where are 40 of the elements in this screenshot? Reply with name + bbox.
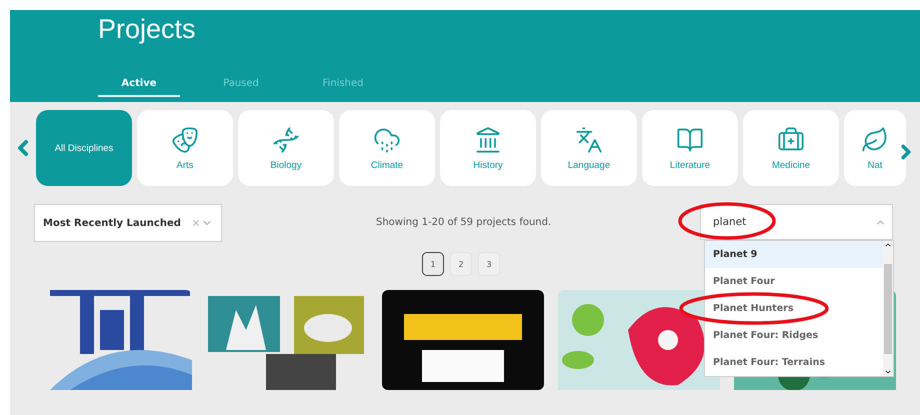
masks-icon (171, 126, 199, 154)
discipline-card[interactable]: Literature (642, 110, 738, 186)
discipline-label: Biology (270, 160, 302, 170)
status-tab[interactable]: Finished (302, 72, 384, 97)
discipline-label: Arts (176, 160, 194, 170)
discipline-card[interactable]: Biology (238, 110, 334, 186)
discipline-card[interactable]: Medicine (743, 110, 839, 186)
scroll-down-icon[interactable] (884, 368, 892, 376)
discipline-card[interactable]: Arts (137, 110, 233, 186)
discipline-label: Literature (670, 160, 710, 170)
discipline-card[interactable]: Nat (844, 110, 906, 186)
discipline-label: History (473, 160, 503, 170)
page-button[interactable]: 2 (450, 252, 472, 276)
column-icon (474, 126, 502, 154)
page-title: Projects (98, 14, 197, 46)
suggestion-item[interactable]: Planet 9 (705, 241, 883, 268)
scrollbar[interactable] (883, 241, 893, 376)
status-tab[interactable]: Active (98, 72, 180, 97)
scroll-up-icon[interactable] (884, 241, 892, 249)
leaf-icon (861, 126, 889, 154)
clear-icon[interactable] (191, 218, 201, 228)
languages-icon (575, 126, 603, 154)
discipline-label: Language (568, 160, 610, 170)
discipline-label: Climate (370, 160, 404, 170)
discipline-card[interactable]: History (440, 110, 536, 186)
discipline-card[interactable]: Language (541, 110, 637, 186)
discipline-label: All Disciplines (54, 142, 114, 154)
results-count: Showing 1-20 of 59 projects found. (376, 217, 552, 228)
discipline-label: Nat (868, 160, 882, 170)
discipline-card[interactable]: All Disciplines (36, 110, 132, 186)
status-tab[interactable]: Paused (200, 72, 282, 97)
discipline-label: Medicine (772, 160, 810, 170)
sort-dropdown[interactable]: Most Recently Launched (34, 204, 222, 242)
page-button[interactable]: 3 (478, 252, 500, 276)
rain-cloud-icon (373, 126, 401, 154)
search-field[interactable]: planet (700, 204, 893, 240)
dna-icon (272, 126, 300, 154)
book-icon (676, 126, 704, 154)
discipline-card[interactable]: Climate (339, 110, 435, 186)
page-button[interactable]: 1 (422, 252, 444, 276)
